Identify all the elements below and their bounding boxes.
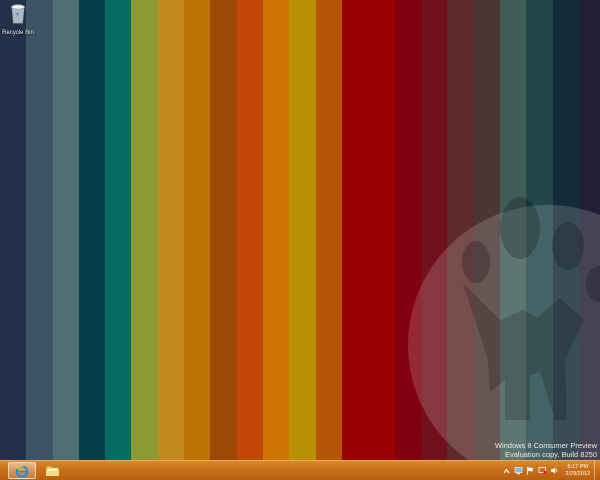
desktop[interactable]: Recycle Bin Windows 8 Consumer Preview E… bbox=[0, 0, 600, 460]
watermark-line1: Windows 8 Consumer Preview bbox=[494, 441, 597, 450]
folder-icon bbox=[45, 465, 59, 477]
windows-watermark: Windows 8 Consumer Preview Evaluation co… bbox=[495, 441, 597, 459]
desktop-icon-recycle-bin[interactable]: Recycle Bin bbox=[2, 2, 34, 36]
system-tray: 6:17 PM 2/29/2012 bbox=[502, 461, 600, 480]
display-icon[interactable] bbox=[538, 466, 547, 475]
show-hidden-icons-chevron[interactable] bbox=[502, 466, 511, 475]
taskbar-internet-explorer-button[interactable] bbox=[8, 462, 36, 479]
network-icon[interactable] bbox=[514, 466, 523, 475]
volume-icon[interactable] bbox=[550, 466, 559, 475]
action-center-flag-icon[interactable] bbox=[526, 466, 535, 475]
internet-explorer-icon bbox=[15, 464, 29, 478]
taskbar: 6:17 PM 2/29/2012 bbox=[0, 460, 600, 480]
watermark-line2: Evaluation copy. Build 8250 bbox=[504, 450, 597, 459]
show-desktop-button[interactable] bbox=[594, 461, 600, 480]
taskbar-clock[interactable]: 6:17 PM 2/29/2012 bbox=[566, 464, 590, 478]
taskbar-file-explorer-button[interactable] bbox=[38, 462, 66, 479]
desktop-icon-label: Recycle Bin bbox=[2, 30, 34, 36]
wallpaper-logo-icon bbox=[408, 197, 600, 460]
clock-time: 6:17 PM bbox=[567, 463, 588, 470]
recycle-bin-icon bbox=[11, 4, 25, 24]
clock-date: 2/29/2012 bbox=[565, 470, 590, 477]
